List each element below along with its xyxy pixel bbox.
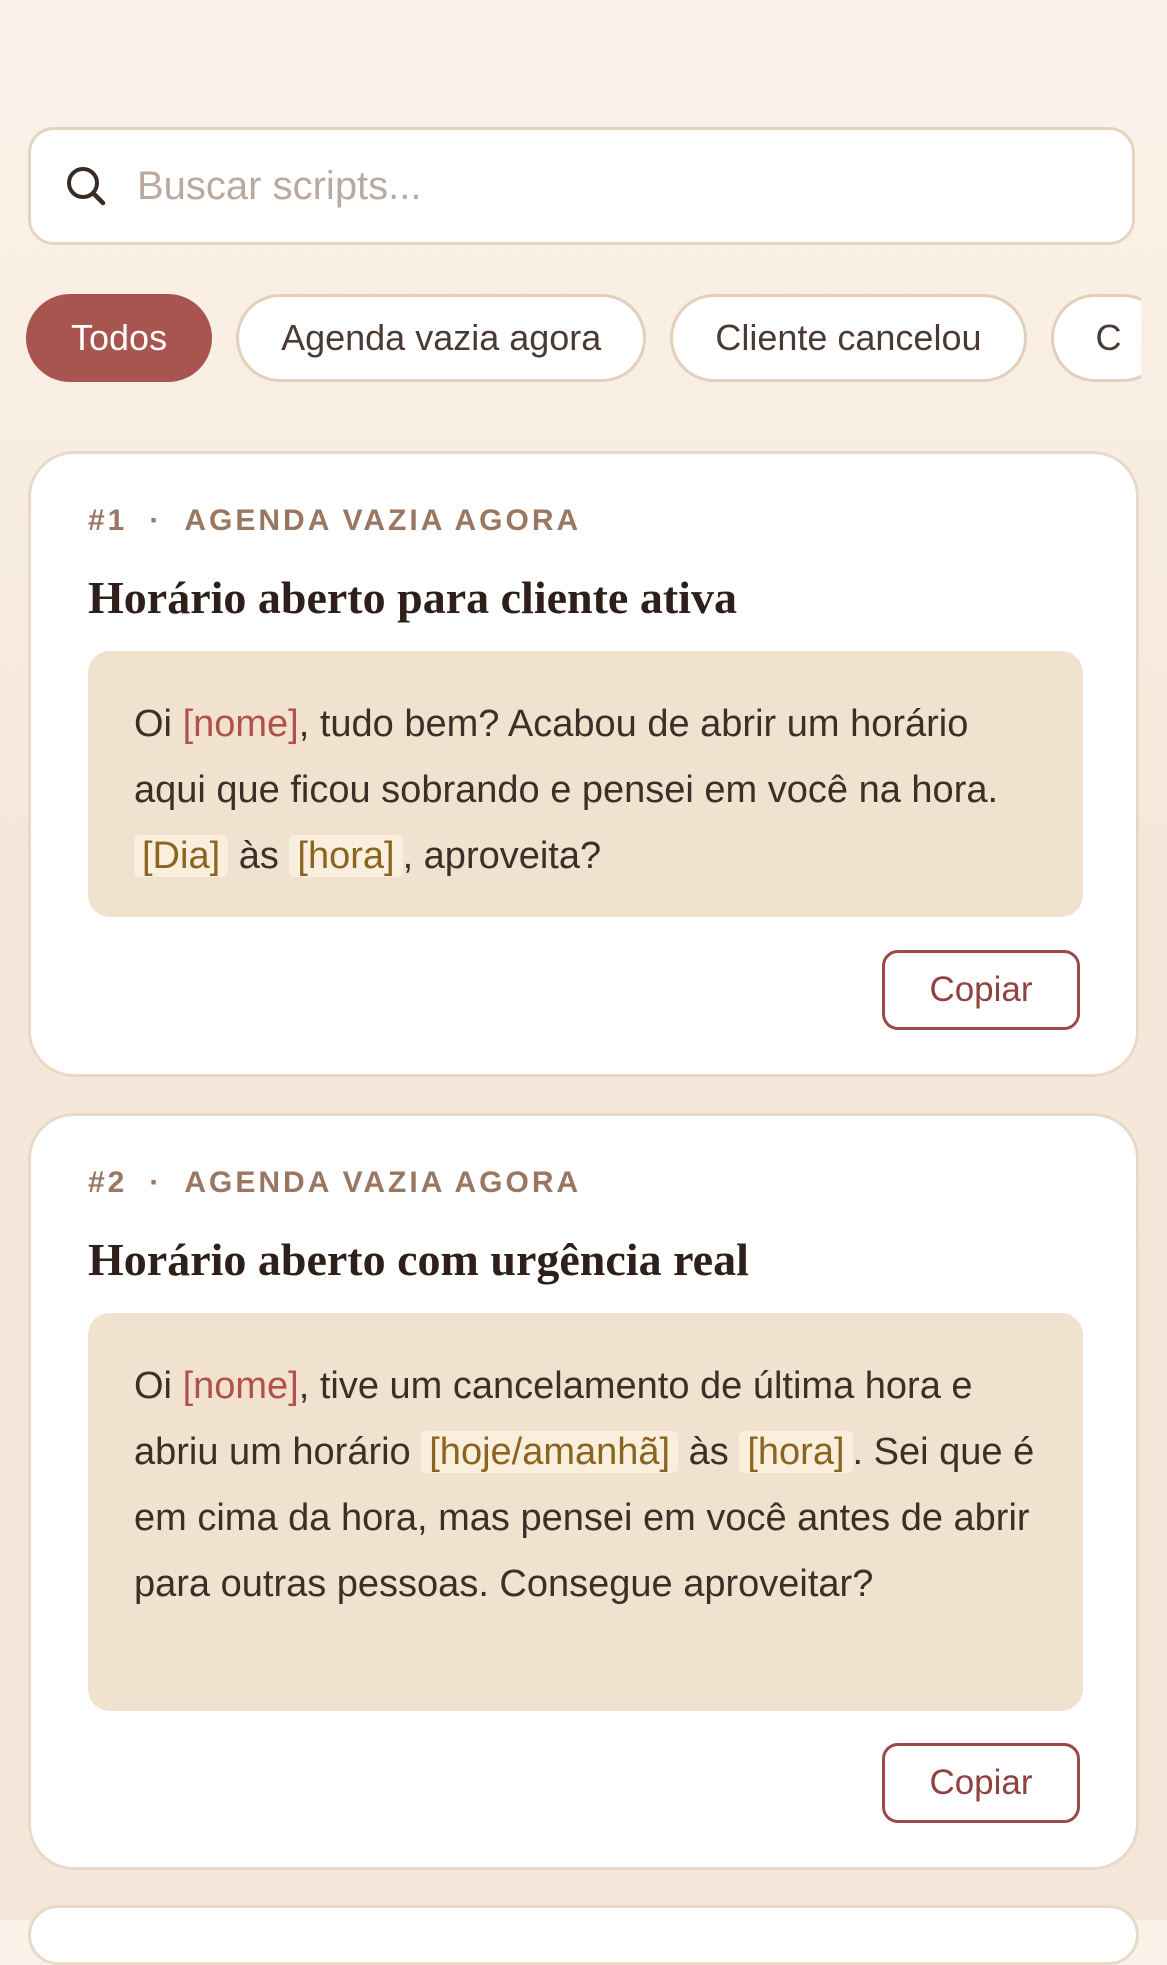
script-text-segment: , aproveita? <box>402 835 602 877</box>
search-input[interactable] <box>137 163 1132 209</box>
script-text-segment: Oi <box>134 703 183 745</box>
variable-nome: [nome] <box>182 1365 299 1407</box>
search-bar[interactable] <box>28 127 1135 245</box>
card-category: AGENDA VAZIA AGORA <box>184 504 582 537</box>
script-text-segment: Oi <box>134 1365 183 1407</box>
variable-dia: [Dia] <box>134 835 229 877</box>
card-title: Horário aberto para cliente ativa <box>88 572 737 623</box>
card-meta: #1 · AGENDA VAZIA AGORA <box>88 504 581 538</box>
meta-separator: · <box>149 504 163 537</box>
search-icon <box>67 167 106 206</box>
card-meta: #2 · AGENDA VAZIA AGORA <box>88 1166 581 1200</box>
script-card: #1 · AGENDA VAZIA AGORA Horário aberto p… <box>28 451 1139 1077</box>
script-text: Oi [nome], tive um cancelamento de últim… <box>88 1313 1083 1711</box>
filter-chip-agenda-vazia-agora[interactable]: Agenda vazia agora <box>236 294 647 382</box>
filter-chip-truncated[interactable]: C <box>1050 294 1141 382</box>
meta-separator: · <box>149 1166 163 1199</box>
card-number: #1 <box>88 504 128 537</box>
script-text-segment: às <box>678 1431 740 1473</box>
copy-button[interactable]: Copiar <box>882 1743 1080 1823</box>
filter-chip-todos[interactable]: Todos <box>26 294 213 382</box>
variable-hora: [hora] <box>739 1431 853 1473</box>
variable-hora: [hora] <box>289 835 403 877</box>
filter-chips: Todos Agenda vazia agora Cliente cancelo… <box>26 294 1141 382</box>
script-text: Oi [nome], tudo bem? Acabou de abrir um … <box>88 651 1083 917</box>
card-title: Horário aberto com urgência real <box>88 1234 749 1285</box>
script-card: #2 · AGENDA VAZIA AGORA Horário aberto c… <box>28 1113 1139 1870</box>
variable-nome: [nome] <box>182 703 299 745</box>
card-number: #2 <box>88 1166 128 1199</box>
script-card-partial <box>28 1905 1139 1965</box>
filter-chip-cliente-cancelou[interactable]: Cliente cancelou <box>670 294 1027 382</box>
variable-hoje-amanha: [hoje/amanhã] <box>421 1431 679 1473</box>
copy-button[interactable]: Copiar <box>882 950 1080 1030</box>
script-text-segment: às <box>228 835 290 877</box>
card-category: AGENDA VAZIA AGORA <box>184 1166 582 1199</box>
